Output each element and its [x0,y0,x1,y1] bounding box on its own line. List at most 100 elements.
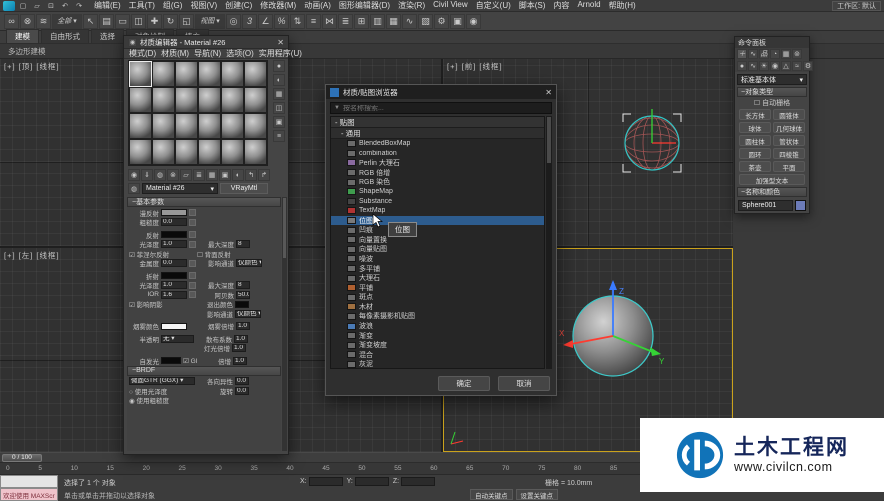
menu-item[interactable]: 内容 [549,0,573,11]
menu-item[interactable]: 模式(D) [129,48,156,59]
maxscript-macro-recorder[interactable] [0,475,58,488]
map-type-item[interactable]: 混合 [331,350,544,360]
select-and-move-icon[interactable]: ✚ [147,14,162,29]
autogrid-checkbox[interactable]: 自动栅格 [735,98,809,108]
select-object-icon[interactable]: ↖ [83,14,98,29]
menu-item[interactable]: 组(G) [159,0,187,11]
menu-item[interactable]: 编辑(E) [90,0,125,11]
cameras-category-icon[interactable]: ◉ [770,61,780,71]
object-type-button[interactable]: 圆柱体 [739,135,771,146]
param-b[interactable] [189,272,196,279]
menu-item[interactable]: 渲染(R) [394,0,429,11]
max-logo-icon[interactable] [3,1,15,11]
map-type-item[interactable]: 渐变坡度 [331,340,544,350]
material-id-icon[interactable]: ▣ [219,169,231,181]
command-panel-title[interactable]: 命令面板 [735,37,809,48]
menu-item[interactable]: 动画(A) [300,0,335,11]
dialog-titlebar[interactable]: 材质/贴图浏览器 ✕ [326,85,556,99]
coordinate-field[interactable]: Z: [393,477,435,486]
param-仅颜色[interactable]: 仅颜色 ▾ [235,310,261,318]
param-1.0[interactable]: 1.0 [161,281,187,289]
map-type-item[interactable]: 每像素摄影机贴图 [331,312,544,322]
object-type-button[interactable]: 四棱锥 [773,148,805,159]
select-and-scale-icon[interactable]: ◱ [179,14,194,29]
align-icon[interactable]: ≣ [338,14,353,29]
search-input[interactable] [343,105,548,112]
put-to-scene-icon[interactable]: ⇓ [141,169,153,181]
map-type-item[interactable]: 渐变 [331,331,544,341]
close-icon[interactable]: ✕ [545,88,552,97]
param-s[interactable] [161,272,187,279]
map-type-item[interactable]: 多平铺 [331,264,544,274]
tree-group-general[interactable]: - 通用 [331,128,544,139]
go-to-parent-icon[interactable]: ↰ [245,169,257,181]
param-1.0[interactable]: 1.0 [234,335,248,343]
material-sample[interactable] [244,87,267,113]
material-sample[interactable] [244,61,267,87]
reference-coordinate-dropdown[interactable]: 视图 ▾ [195,14,225,29]
video-color-check-icon[interactable]: ▣ [273,116,285,128]
map-type-item[interactable]: ShapeMap [331,187,544,197]
map-type-item[interactable]: RGB 染色 [331,177,544,187]
map-type-item[interactable]: TextMap [331,206,544,216]
coordinate-field[interactable]: Y: [347,477,389,486]
save-file-icon[interactable]: ⊡ [45,1,57,11]
reset-map-icon[interactable]: ⊗ [167,169,179,181]
material-sample[interactable] [221,87,244,113]
percent-snap-icon[interactable]: % [274,14,289,29]
angle-snap-icon[interactable]: ∠ [258,14,273,29]
sample-type-icon[interactable]: ● [273,60,285,72]
select-and-rotate-icon[interactable]: ↻ [163,14,178,29]
menu-item[interactable]: 自定义(U) [472,0,515,11]
map-type-item[interactable]: 大理石 [331,273,544,283]
param-仅颜色[interactable]: 仅颜色 ▾ [236,259,262,267]
systems-category-icon[interactable]: ⚙ [803,61,813,71]
param-8[interactable]: 8 [236,240,250,248]
show-in-viewport-icon[interactable]: ◐ [232,169,244,181]
object-type-button[interactable]: 圆锥体 [773,109,805,120]
ribbon-tab[interactable]: 自由形式 [41,29,89,43]
menu-item[interactable]: 材质(M) [161,48,189,59]
snaps-toggle-icon[interactable]: 3 [242,14,257,29]
param-0.0[interactable]: 0.0 [235,387,249,395]
menu-item[interactable]: Civil View [429,0,472,11]
map-type-item[interactable]: 向量贴图 [331,245,544,255]
helpers-category-icon[interactable]: △ [781,61,791,71]
parameters-scrollbar[interactable] [282,197,287,451]
curve-editor-icon[interactable]: ∿ [402,14,417,29]
tree-scrollbar[interactable] [546,116,552,369]
object-type-button[interactable]: 平面 [773,161,805,172]
material-sample[interactable] [129,113,152,139]
map-type-item[interactable]: RGB 倍增 [331,168,544,178]
material-sample[interactable] [198,113,221,139]
space-warps-category-icon[interactable]: ≈ [792,61,802,71]
shapes-category-icon[interactable]: ∿ [748,61,758,71]
map-type-item[interactable]: 凹痕 [331,225,544,235]
map-type-item[interactable]: 噪波 [331,254,544,264]
edit-named-selection-icon[interactable]: ≡ [306,14,321,29]
dope-sheet-icon[interactable]: ▧ [418,14,433,29]
viewport-label-left[interactable]: [+] [左] [线框] [4,250,60,261]
layer-manager-icon[interactable]: ▥ [370,14,385,29]
object-type-button[interactable]: 圆环 [739,148,771,159]
rectangular-selection-icon[interactable]: ▭ [115,14,130,29]
param-1.0[interactable]: 1.0 [161,240,187,248]
menu-item[interactable]: 帮助(H) [605,0,640,11]
modify-tab-icon[interactable]: ∿ [748,49,758,59]
param-背面反射[interactable]: ☐ 背面反射 [197,249,247,259]
unlink-selection-icon[interactable]: ⊗ [20,14,35,29]
lights-category-icon[interactable]: ☀ [759,61,769,71]
selection-filter-dropdown[interactable]: 全部 ▾ [52,14,82,29]
coordinate-field[interactable]: X: [300,477,343,486]
backlight-icon[interactable]: ◐ [273,74,285,86]
display-tab-icon[interactable]: ▦ [781,49,791,59]
bind-to-space-warp-icon[interactable]: ≋ [36,14,51,29]
render-production-icon[interactable]: ◉ [466,14,481,29]
menu-item[interactable]: 实用程序(U) [259,48,302,59]
primitive-type-dropdown[interactable]: 标准基本体▾ [737,74,807,85]
motion-tab-icon[interactable]: ◔ [770,49,780,59]
param-50.0[interactable]: 50.0 [236,291,250,299]
time-slider[interactable]: 0 / 100 [0,452,733,462]
param-b[interactable] [189,282,196,289]
tree-group-maps[interactable]: - 贴图 [331,117,544,128]
